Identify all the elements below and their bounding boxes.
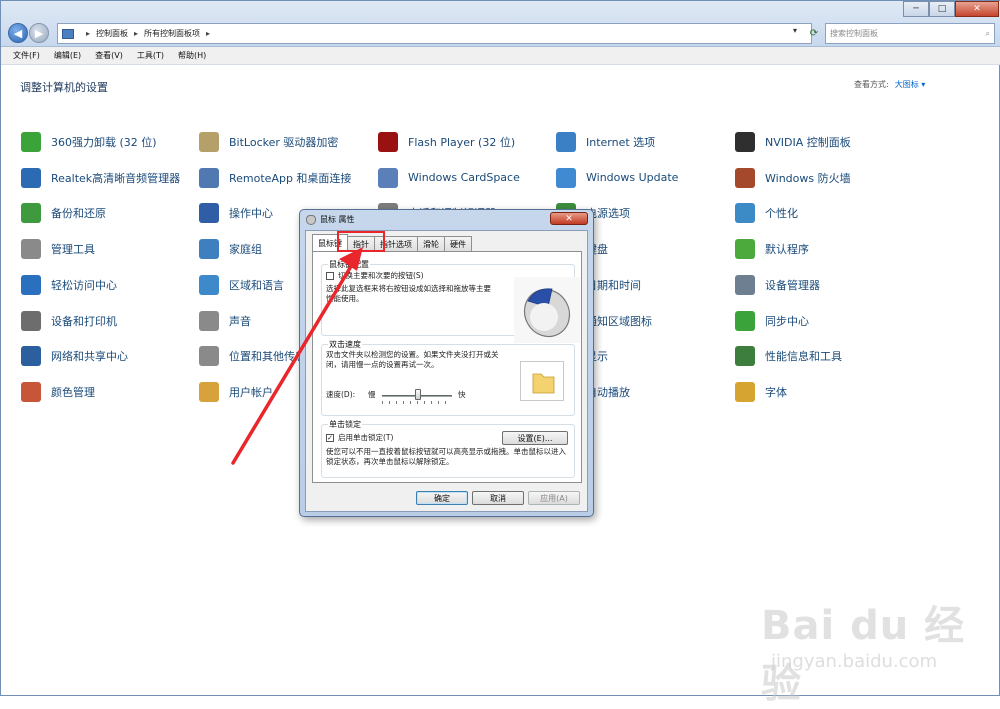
- baidu-watermark-url: jingyan.baidu.com: [771, 651, 938, 672]
- control-panel-window: ◀ ▶ ▸ 控制面板 ▸ 所有控制面板项 ▸ ▾ ⟳ 搜索控制面板 ⌕ ─ □ …: [0, 0, 1000, 707]
